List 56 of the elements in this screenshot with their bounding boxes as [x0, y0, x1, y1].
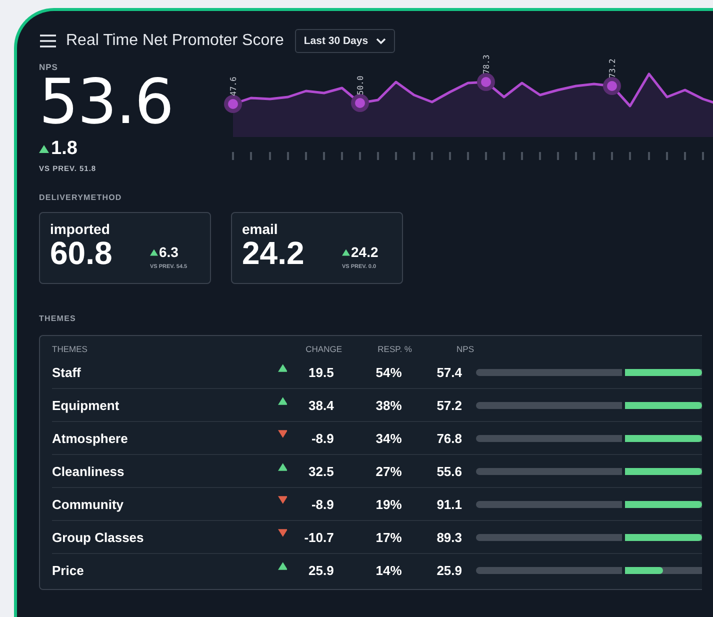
table-cell-text: 57.2	[436, 398, 462, 412]
card-change: 6.3	[159, 244, 178, 260]
table-cell-text: -10.7	[303, 530, 334, 544]
card-change: 24.2	[351, 244, 378, 260]
table-cell-text: 38%	[374, 398, 402, 412]
data-point	[477, 73, 495, 91]
table-cell-text: 25.9	[308, 562, 334, 578]
table-cell-text: Atmosphere	[52, 430, 129, 446]
table-cell-text: 55.6	[436, 464, 462, 478]
table-cell-text: 27%	[374, 464, 402, 478]
card-title: email	[242, 222, 279, 237]
point-label: 78.3	[482, 55, 491, 74]
menu-icon[interactable]	[39, 34, 57, 48]
table-cell-text: Equipment	[52, 398, 120, 412]
data-point	[351, 94, 369, 112]
table-cell-text: Group Classes	[52, 530, 145, 544]
nps-value: 53.6	[39, 72, 174, 132]
chevron-icon	[376, 38, 386, 44]
column-header: NPS	[456, 344, 474, 354]
card-value: 60.8	[50, 237, 114, 269]
point-label: 50.0	[356, 76, 365, 95]
table-cell-text: Price	[52, 562, 85, 578]
table-cell-text: 34%	[374, 430, 402, 446]
table-cell-text: -8.9	[310, 430, 334, 446]
date-range-dropdown[interactable]: Last 30 Days	[294, 29, 396, 53]
nps-change: 1.8	[51, 138, 78, 160]
table-cell-text: 54%	[374, 364, 402, 380]
table-cell-text: 19%	[374, 496, 402, 512]
point-label: 47.6	[229, 76, 238, 96]
section-label: DELIVERYMETHOD	[39, 193, 123, 202]
table-cell-text: 38.4	[308, 398, 334, 412]
table-cell-text: 25.9	[436, 562, 462, 578]
table-cell-text: 19.5	[308, 364, 334, 380]
table-cell-text: 57.4	[436, 364, 462, 380]
column-header: CHANGE	[304, 344, 342, 354]
table-cell-text: 32.5	[308, 464, 334, 478]
table-cell-text: 17%	[374, 530, 402, 544]
point-label: 73.2	[608, 58, 617, 78]
table-cell-text: Community	[52, 496, 124, 512]
card-value: 24.2	[242, 237, 306, 269]
table-cell-text: Cleanliness	[52, 464, 126, 478]
dashboard-title: Real Time Net Promoter Score	[66, 32, 284, 50]
table-cell-text: 76.8	[436, 430, 462, 446]
card-title: imported	[50, 222, 111, 237]
column-header: THEMES	[52, 344, 88, 354]
table-cell-text: 89.3	[436, 530, 462, 544]
table-cell-text: Staff	[52, 364, 82, 380]
data-point	[224, 95, 242, 113]
section-label: THEMES	[39, 314, 77, 323]
nps-label: NPS	[39, 62, 59, 72]
data-point	[603, 77, 621, 95]
table-cell-text: 91.1	[436, 496, 462, 512]
bar-fill	[625, 566, 663, 574]
table-cell-text: 14%	[374, 562, 402, 578]
table-cell-text: -8.9	[310, 496, 334, 512]
column-header: RESP. %	[376, 344, 412, 354]
